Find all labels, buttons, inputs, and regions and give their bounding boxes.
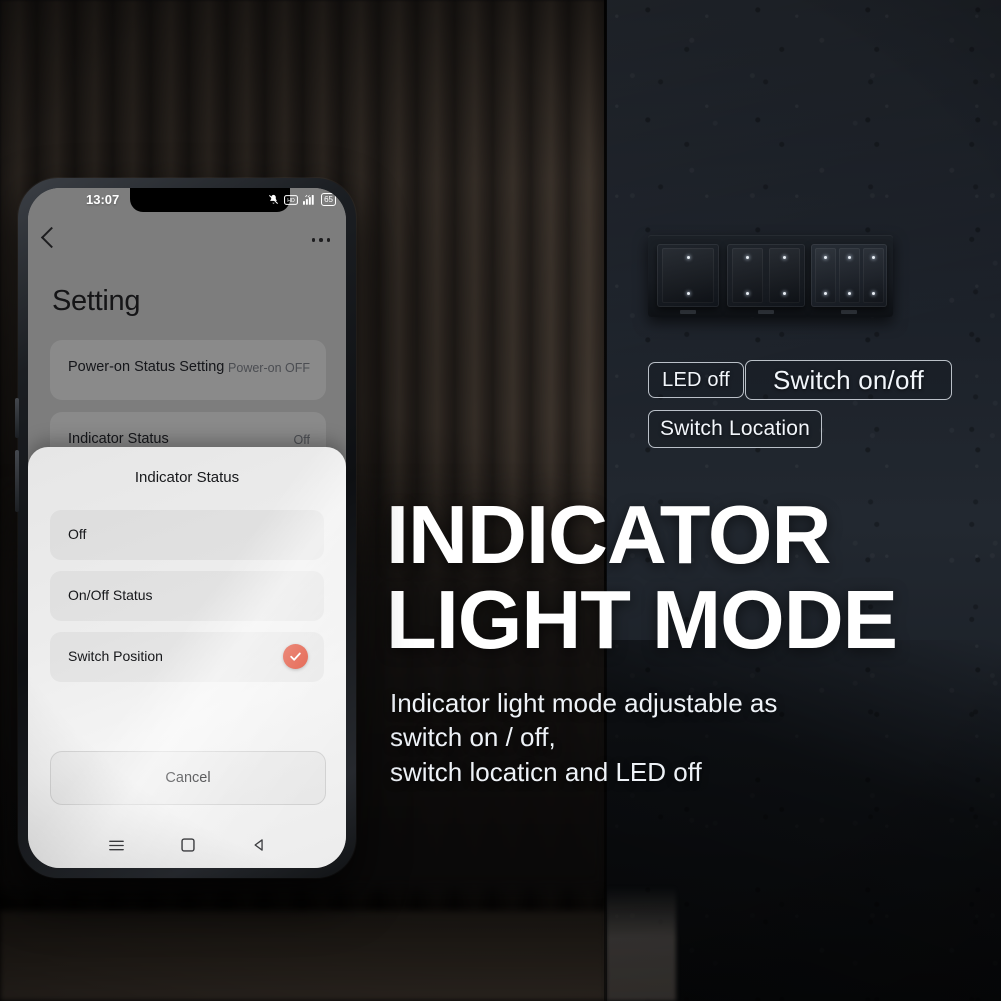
headline-line-2: LIGHT MODE [386,572,898,666]
signal-bars-icon [303,194,316,205]
back-button[interactable] [40,226,63,249]
svg-text:HD: HD [287,198,295,204]
more-options-button[interactable] [311,238,330,242]
led-indicator [783,256,786,259]
callout-badge-switch-on-off: Switch on/off [745,360,952,400]
body-copy: Indicator light mode adjustable as switc… [390,686,930,789]
settings-page: 13:07 HD 65 Setting Power-on Status Sett… [28,188,346,868]
home-square-icon[interactable] [180,838,195,852]
rocker-1 [662,248,714,303]
indicator-status-sheet: Indicator Status Off On/Off Status Switc… [28,447,346,868]
led-indicator [824,256,827,259]
setting-row-label: Power-on Status Setting [68,359,225,375]
switch-brand-mark [841,310,857,314]
more-dot [326,238,330,242]
switch-panel-1gang [657,244,719,314]
led-indicator [686,292,690,295]
option-label: Off [68,526,87,542]
more-dot [319,238,323,242]
volume-down-button[interactable] [15,450,19,512]
led-indicator [746,256,749,259]
background-left-floor [0,911,606,1001]
status-bar-clock: 13:07 [86,192,120,207]
setting-row-label: Indicator Status [68,431,169,447]
option-label: Switch Position [68,648,163,664]
volume-up-button[interactable] [15,398,19,438]
body-line-2: switch on / off, [390,722,556,753]
menu-icon[interactable] [108,839,124,852]
rocker-2 [839,248,860,303]
switch-panel-3gang [811,244,887,314]
rocker-3 [863,248,884,303]
more-dot [311,238,315,242]
background-right-floor [606,886,676,1001]
sheet-option-switch-position[interactable]: Switch Position [50,632,324,682]
switch-panel-2gang [727,244,805,314]
cancel-button[interactable]: Cancel [50,751,326,805]
battery-level-text: 65 [324,194,333,204]
setting-row-value: Off [293,433,310,447]
wall-switch-group [648,235,893,317]
back-triangle-icon[interactable] [252,838,266,852]
option-label: On/Off Status [68,587,153,603]
headline-line-1: INDICATOR [386,488,831,581]
led-indicator [872,256,875,259]
display-notch [130,188,290,212]
callout-badge-switch-location: Switch Location [648,410,822,448]
led-indicator [783,292,786,295]
page-title: Setting [52,285,141,317]
sheet-option-off[interactable]: Off [50,510,324,560]
phone-screen: 13:07 HD 65 Setting Power-on Status Sett… [28,188,346,868]
switch-brand-mark [680,310,696,314]
bell-muted-icon [268,194,279,205]
headline: INDICATOR LIGHT MODE [386,493,986,666]
switch-brand-mark [758,310,774,314]
led-indicator [824,292,827,295]
rocker-1 [732,248,763,303]
check-circle-icon [283,644,308,669]
hd-icon: HD [284,194,299,205]
product-banner: LED off Switch on/off Switch Location IN… [0,0,1001,1001]
led-indicator [872,292,875,295]
setting-row-value: Power-on OFF [228,361,310,375]
led-indicator [746,292,749,295]
sheet-title: Indicator Status [134,469,240,486]
callout-badge-led-off: LED off [648,362,744,398]
android-nav-bar [28,828,346,862]
sheet-option-on-off-status[interactable]: On/Off Status [50,571,324,621]
led-indicator [686,256,690,259]
led-indicator [848,292,851,295]
body-line-1: Indicator light mode adjustable as [390,688,778,718]
setting-row-power-on-status[interactable]: Power-on Status Setting Power-on OFF [50,340,326,400]
rocker-2 [769,248,800,303]
rocker-1 [815,248,836,303]
body-line-3: switch locaticn and LED off [390,756,702,787]
battery-icon: 65 [321,193,336,206]
led-indicator [848,256,851,259]
phone-mockup: 13:07 HD 65 Setting Power-on Status Sett… [15,178,356,878]
status-bar-icons: HD 65 [268,193,336,206]
status-bar: 13:07 HD 65 [28,188,346,216]
